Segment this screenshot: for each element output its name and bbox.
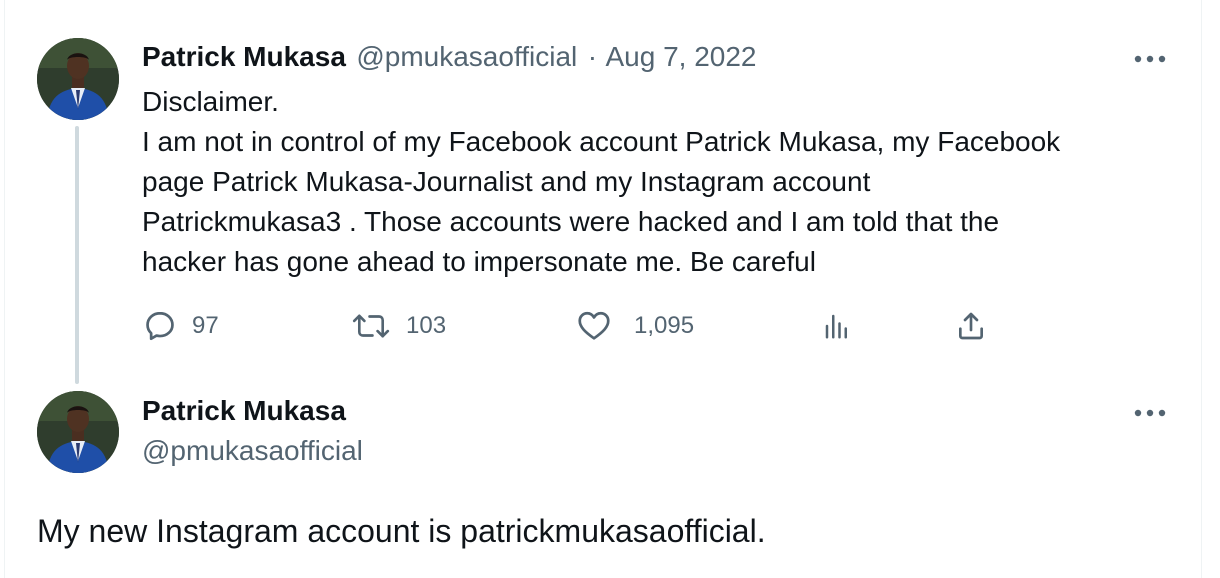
like-count: 1,095	[634, 312, 695, 339]
reply-more-options-button[interactable]	[1130, 398, 1170, 428]
author-avatar[interactable]	[37, 38, 119, 120]
author-name[interactable]: Patrick Mukasa	[142, 41, 346, 72]
share-button[interactable]	[955, 306, 987, 346]
tweet-text: Disclaimer. I am not in control of my Fa…	[142, 86, 1061, 277]
separator: ·	[587, 41, 598, 72]
reply-count: 97	[192, 312, 219, 339]
reply-author-avatar[interactable]	[37, 391, 119, 473]
views-button[interactable]	[822, 306, 852, 346]
reply-button[interactable]: 97	[142, 306, 219, 346]
reply-author-name-row: Patrick Mukasa	[142, 394, 346, 433]
reply-icon	[146, 311, 174, 341]
thread-line	[75, 126, 79, 384]
profile-photo-icon	[37, 38, 119, 120]
reply-author-handle-row: @pmukasaofficial	[142, 434, 363, 473]
retweet-count: 103	[406, 312, 447, 339]
tweet-date[interactable]: Aug 7, 2022	[605, 41, 756, 72]
tweet-actions: 97 103 1,095	[142, 306, 1042, 346]
more-icon	[1134, 55, 1166, 63]
reply-author-handle[interactable]: @pmukasaofficial	[142, 435, 363, 466]
views-icon	[825, 314, 847, 339]
tweet-header: Patrick Mukasa @pmukasaofficial · Aug 7,…	[142, 40, 757, 79]
profile-photo-icon	[37, 391, 119, 473]
more-options-button[interactable]	[1130, 44, 1170, 74]
author-handle[interactable]: @pmukasaofficial	[356, 41, 577, 72]
retweet-icon	[352, 314, 390, 338]
retweet-button[interactable]: 103	[352, 306, 446, 346]
reply-author-name[interactable]: Patrick Mukasa	[142, 395, 346, 426]
like-button[interactable]: 1,095	[576, 306, 694, 346]
reply-tweet-text: My new Instagram account is patrickmukas…	[37, 513, 766, 549]
like-icon	[578, 311, 610, 340]
share-icon	[959, 312, 983, 340]
more-icon	[1134, 409, 1166, 417]
